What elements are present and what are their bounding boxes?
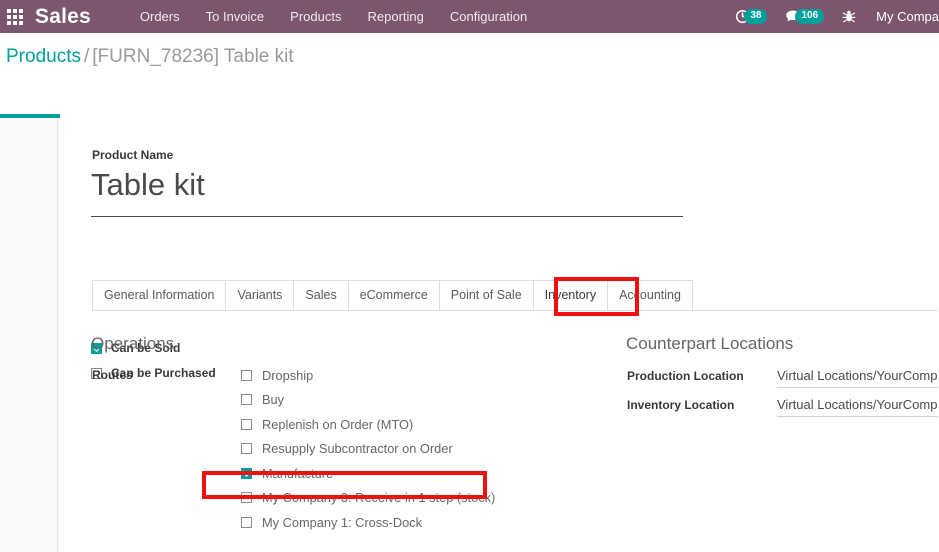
activity-counter: 38 xyxy=(744,9,768,24)
control-panel: Products/[FURN_78236] Table kit SAVE DIS… xyxy=(0,33,939,143)
product-name-label: Product Name xyxy=(92,148,174,162)
systray: 38 106 My Compa xyxy=(717,9,939,24)
route-row: My Company 1: Cross-Dock xyxy=(241,510,571,535)
route-row: Dropship xyxy=(241,363,571,388)
route-checkbox-manufacture[interactable] xyxy=(241,467,252,479)
route-label: Replenish on Order (MTO) xyxy=(262,416,414,432)
route-row: Resupply Subcontractor on Order xyxy=(241,437,571,462)
route-checkbox-my-company-1-cross-dock[interactable] xyxy=(241,516,252,528)
route-row: Replenish on Order (MTO) xyxy=(241,412,571,437)
tab-sales[interactable]: Sales xyxy=(293,280,349,310)
menu-item-to-invoice[interactable]: To Invoice xyxy=(193,9,278,24)
route-label: Manufacture xyxy=(262,465,334,481)
inventory-location-field: Inventory Location Virtual Locations/You… xyxy=(627,397,938,417)
tab-inventory[interactable]: Inventory xyxy=(532,280,609,310)
tab-accounting[interactable]: Accounting xyxy=(607,280,693,310)
main-menu: Orders To Invoice Products Reporting Con… xyxy=(127,9,540,24)
operations-group-title: Operations xyxy=(91,334,175,353)
route-row: Buy xyxy=(241,388,571,413)
app-brand-title[interactable]: Sales xyxy=(35,5,91,29)
route-label: My Company 3: Receive in 1 step (stock) xyxy=(262,490,496,506)
tab-point-of-sale[interactable]: Point of Sale xyxy=(438,280,534,310)
route-label: Buy xyxy=(262,392,285,408)
notebook-tabs: General Information Variants Sales eComm… xyxy=(92,280,938,311)
breadcrumb-separator: / xyxy=(83,46,90,67)
form-sheet: Product Name Table kit Can be Sold Can b… xyxy=(59,118,939,552)
sheet-left-gutter xyxy=(0,118,58,552)
messages-counter: 106 xyxy=(795,9,825,24)
route-checkbox-dropship[interactable] xyxy=(241,369,252,381)
inventory-location-input[interactable]: Virtual Locations/YourComp xyxy=(777,397,938,417)
menu-item-reporting[interactable]: Reporting xyxy=(354,9,436,24)
routes-checkbox-list: Dropship Buy Replenish on Order (MTO) Re… xyxy=(241,363,571,535)
production-location-input[interactable]: Virtual Locations/YourComp xyxy=(777,368,938,388)
debug-menu[interactable] xyxy=(842,9,856,24)
menu-item-products[interactable]: Products xyxy=(277,9,354,24)
route-label: My Company 1: Cross-Dock xyxy=(262,514,422,530)
counterpart-locations-group-title: Counterpart Locations xyxy=(626,334,794,353)
top-navbar: Sales Orders To Invoice Products Reporti… xyxy=(0,0,939,33)
tab-general-information[interactable]: General Information xyxy=(92,280,227,310)
route-checkbox-buy[interactable] xyxy=(241,394,252,406)
route-checkbox-resupply-subcontractor[interactable] xyxy=(241,443,252,455)
routes-field-label: Routes xyxy=(92,368,133,382)
tab-ecommerce[interactable]: eCommerce xyxy=(347,280,440,310)
product-name-input[interactable]: Table kit xyxy=(91,166,683,217)
production-location-label: Production Location xyxy=(627,369,744,383)
activity-menu[interactable]: 38 xyxy=(735,9,768,24)
breadcrumb-root-products[interactable]: Products xyxy=(6,46,81,67)
breadcrumb: Products / [FURN_78236] Table kit xyxy=(6,46,294,68)
inventory-location-label: Inventory Location xyxy=(627,398,735,412)
route-label: Dropship xyxy=(262,367,314,383)
menu-item-orders[interactable]: Orders xyxy=(127,9,193,24)
page-body: Product Name Table kit Can be Sold Can b… xyxy=(0,118,939,552)
breadcrumb-current-record: [FURN_78236] Table kit xyxy=(92,46,294,67)
route-checkbox-replenish-on-order[interactable] xyxy=(241,418,252,430)
bug-icon xyxy=(842,10,856,23)
user-menu[interactable]: My Compa xyxy=(876,9,939,24)
menu-item-configuration[interactable]: Configuration xyxy=(437,9,540,24)
route-checkbox-my-company-3-receive-1-step[interactable] xyxy=(241,492,252,504)
messaging-menu[interactable]: 106 xyxy=(785,9,825,24)
tab-variants[interactable]: Variants xyxy=(225,280,295,310)
route-row: Manufacture xyxy=(241,461,571,486)
route-row: My Company 3: Receive in 1 step (stock) xyxy=(241,486,571,511)
apps-grid-icon[interactable] xyxy=(7,8,23,25)
route-label: Resupply Subcontractor on Order xyxy=(262,441,453,457)
production-location-field: Production Location Virtual Locations/Yo… xyxy=(627,368,938,388)
